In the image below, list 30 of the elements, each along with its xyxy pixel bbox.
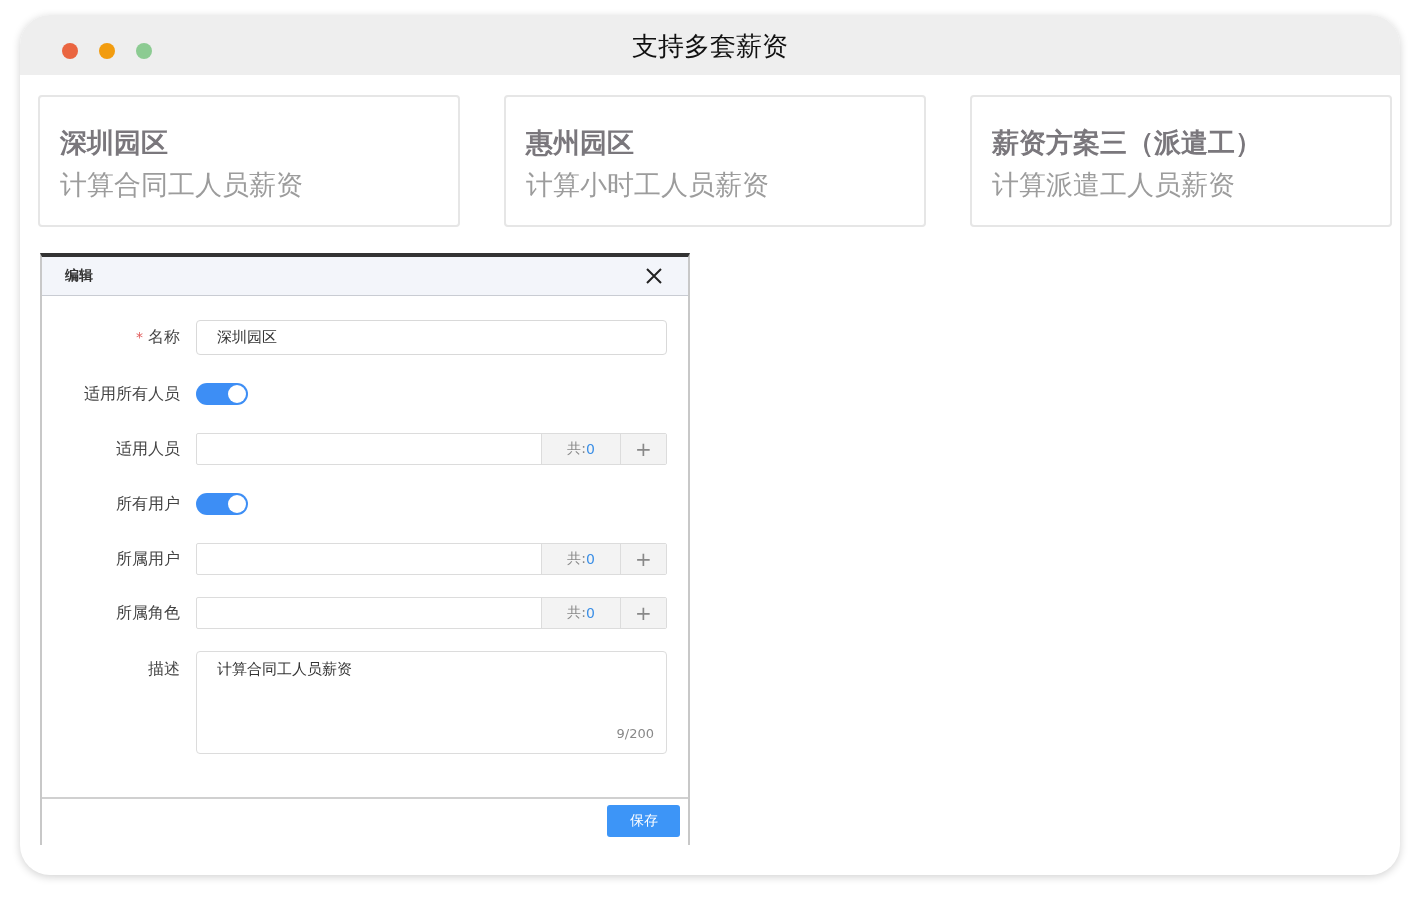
field-label: 所有用户 <box>116 493 180 513</box>
card-subtitle: 计算合同工人员薪资 <box>60 168 304 202</box>
character-counter: 9/200 <box>616 726 654 741</box>
maximize-window-icon[interactable] <box>136 43 152 59</box>
toggle-switch[interactable] <box>196 493 248 515</box>
plan-card[interactable]: 深圳园区 计算合同工人员薪资 <box>38 95 460 227</box>
dialog-title: 编辑 <box>65 267 93 285</box>
card-subtitle: 计算小时工人员薪资 <box>526 168 770 202</box>
close-icon[interactable] <box>645 267 663 285</box>
minimize-window-icon[interactable] <box>99 43 115 59</box>
field-label: 适用所有人员 <box>84 383 180 403</box>
close-window-icon[interactable] <box>62 43 78 59</box>
plan-card[interactable]: 惠州园区 计算小时工人员薪资 <box>504 95 926 227</box>
field-label: 名称 <box>148 327 180 346</box>
required-mark: * <box>136 329 143 345</box>
card-title: 惠州园区 <box>526 126 635 160</box>
plan-card[interactable]: 薪资方案三（派遣工） 计算派遣工人员薪资 <box>970 95 1392 227</box>
name-input[interactable]: 深圳园区 <box>196 320 667 355</box>
save-button[interactable]: 保存 <box>607 805 680 837</box>
card-subtitle: 计算派遣工人员薪资 <box>992 168 1236 202</box>
field-label: 所属角色 <box>116 602 180 622</box>
card-title: 深圳园区 <box>60 126 169 160</box>
window-title: 支持多套薪资 <box>632 30 788 63</box>
toggle-switch[interactable] <box>196 383 248 405</box>
field-label: 适用人员 <box>116 438 180 458</box>
description-textarea[interactable]: 计算合同工人员薪资 9/200 <box>196 651 667 754</box>
description-text: 计算合同工人员薪资 <box>217 660 353 679</box>
field-label: 描述 <box>148 659 180 678</box>
card-title: 薪资方案三（派遣工） <box>992 126 1263 160</box>
field-label: 所属用户 <box>116 548 180 568</box>
